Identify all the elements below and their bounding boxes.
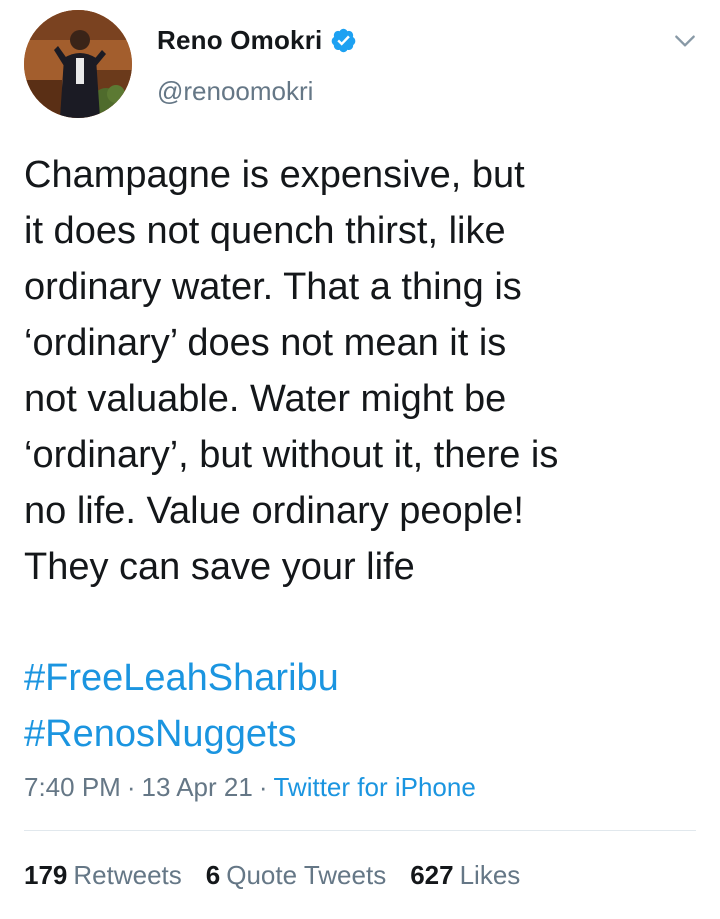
- retweets-count: 179: [24, 860, 68, 890]
- tweet-header: Reno Omokri @renoomokri: [24, 10, 704, 120]
- user-handle[interactable]: @renoomokri: [157, 76, 313, 107]
- tweet-date: 13 Apr 21: [141, 772, 253, 802]
- likes-stat[interactable]: 627 Likes: [410, 860, 520, 891]
- retweets-label: Retweets: [73, 860, 182, 890]
- quote-tweets-label: Quote Tweets: [226, 860, 387, 890]
- tweet-time: 7:40 PM: [24, 772, 121, 802]
- hashtag-link[interactable]: #RenosNuggets: [24, 706, 684, 762]
- verified-badge-icon: [332, 28, 356, 53]
- tweet-source-link[interactable]: Twitter for iPhone: [273, 772, 475, 802]
- tweet-meta: 7:40 PM · 13 Apr 21 · Twitter for iPhone: [24, 772, 476, 803]
- retweets-stat[interactable]: 179 Retweets: [24, 860, 182, 891]
- meta-separator: ·: [258, 772, 268, 802]
- chevron-down-icon[interactable]: [672, 28, 698, 54]
- tweet-text: Champagne is expensive, but it does not …: [24, 154, 559, 588]
- profile-photo-icon: [24, 10, 132, 118]
- likes-label: Likes: [459, 860, 521, 890]
- likes-count: 627: [410, 860, 454, 890]
- quote-tweets-count: 6: [205, 860, 221, 890]
- meta-separator: ·: [126, 772, 136, 802]
- divider: [24, 830, 696, 831]
- hashtag-list: #FreeLeahSharibu #RenosNuggets: [24, 650, 684, 762]
- name-row: Reno Omokri: [157, 25, 357, 56]
- engagement-stats: 179 Retweets 6 Quote Tweets 627 Likes: [24, 860, 544, 891]
- display-name[interactable]: Reno Omokri: [157, 25, 322, 56]
- avatar[interactable]: [24, 10, 132, 118]
- hashtag-link[interactable]: #FreeLeahSharibu: [24, 650, 684, 706]
- quote-tweets-stat[interactable]: 6 Quote Tweets: [206, 860, 386, 891]
